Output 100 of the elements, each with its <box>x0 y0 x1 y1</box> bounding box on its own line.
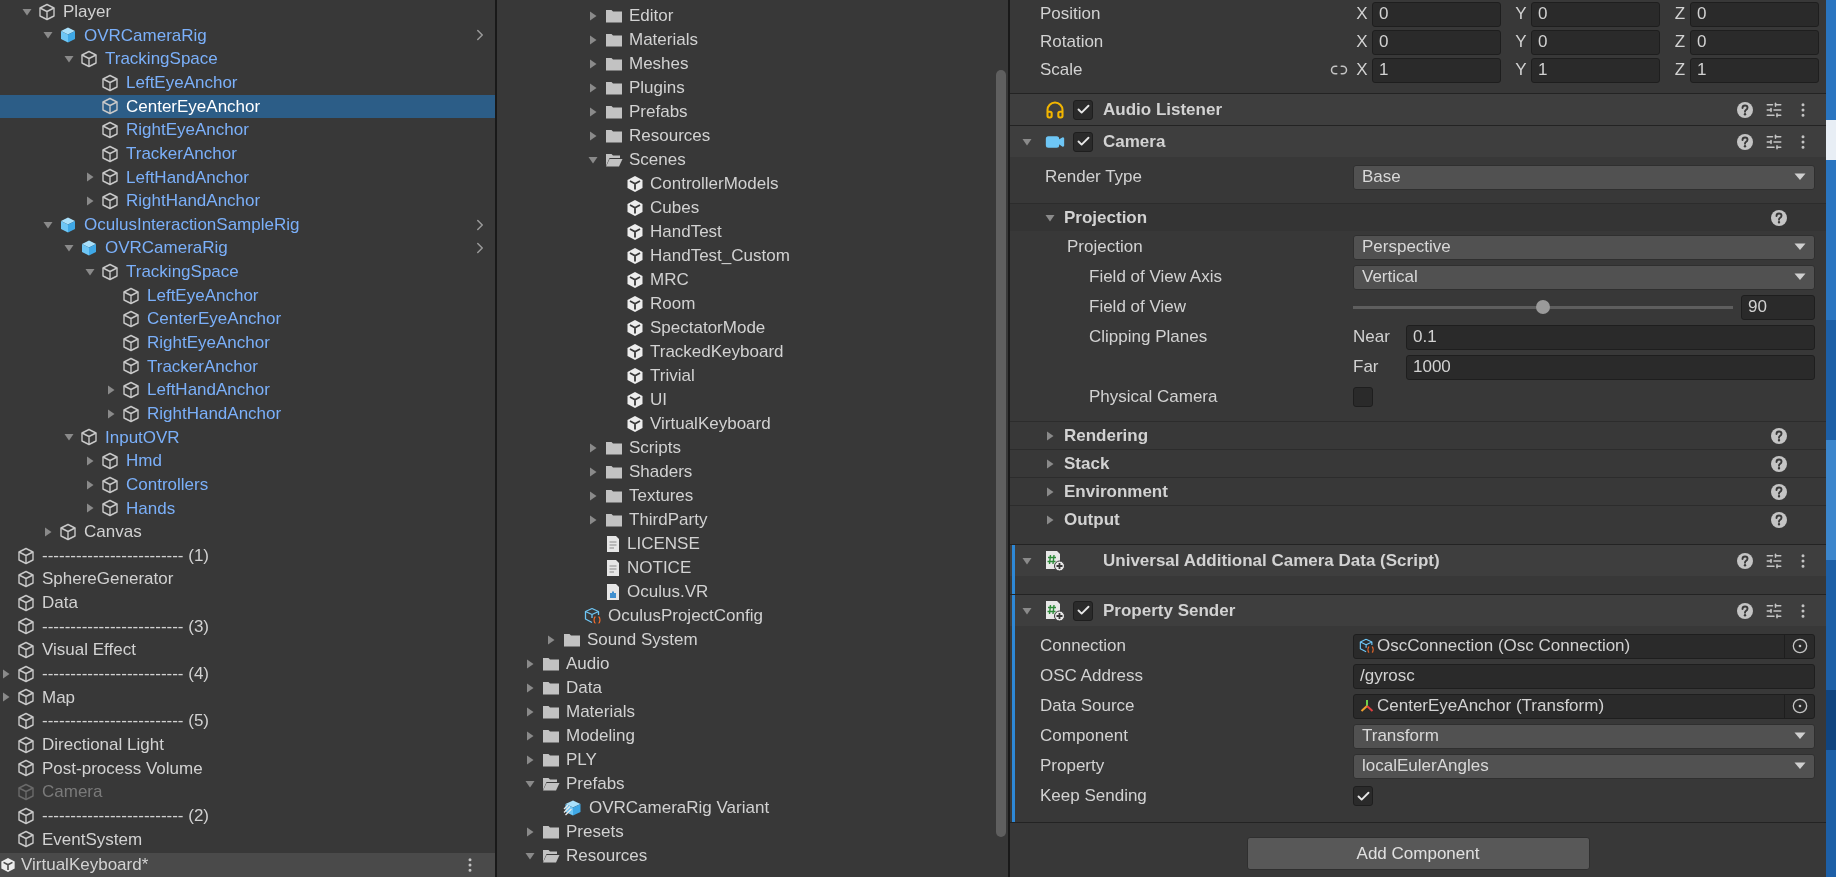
checkbox[interactable] <box>1073 600 1093 621</box>
caret-down-icon[interactable] <box>43 219 53 230</box>
project-item[interactable]: Textures <box>497 484 994 508</box>
hierarchy-item[interactable]: OVRCameraRig <box>0 236 495 261</box>
caret-right-icon[interactable] <box>85 479 95 490</box>
caret-right-icon[interactable] <box>106 408 116 419</box>
hierarchy-item[interactable]: Controllers <box>0 472 495 497</box>
project-item[interactable]: ControllerModels <box>497 172 994 196</box>
project-item[interactable]: Sound System <box>497 628 994 652</box>
project-item[interactable]: Meshes <box>497 52 994 76</box>
number-field[interactable]: 0 <box>1531 1 1660 27</box>
caret-right-icon[interactable] <box>588 107 598 117</box>
checkbox[interactable] <box>1353 387 1373 407</box>
section-header[interactable]: Environment <box>1010 478 1826 505</box>
number-field[interactable]: 0 <box>1690 29 1819 55</box>
project-item[interactable]: Resources <box>497 844 994 868</box>
hierarchy-item[interactable]: CenterEyeAnchor <box>0 94 495 119</box>
caret-right-icon[interactable] <box>588 83 598 93</box>
number-field[interactable]: 1 <box>1372 57 1501 83</box>
section-header[interactable]: Stack <box>1010 450 1826 477</box>
hierarchy-item[interactable]: LeftHandAnchor <box>0 165 495 190</box>
caret-down-icon[interactable] <box>1022 605 1032 616</box>
help-icon[interactable] <box>1736 132 1754 151</box>
project-item[interactable]: Trivial <box>497 364 994 388</box>
project-item[interactable]: Presets <box>497 820 994 844</box>
checkbox[interactable] <box>1353 786 1373 806</box>
hierarchy-item[interactable]: EventSystem <box>0 827 495 852</box>
caret-down-icon[interactable] <box>1022 555 1032 566</box>
caret-right-icon[interactable] <box>588 11 598 21</box>
number-field[interactable]: 0 <box>1372 29 1501 55</box>
help-icon[interactable] <box>1736 601 1754 620</box>
hierarchy-item[interactable]: TrackingSpace <box>0 260 495 284</box>
hierarchy-item[interactable]: ------------------------- (1) <box>0 543 495 568</box>
caret-right-icon[interactable] <box>525 683 535 693</box>
hierarchy-item[interactable]: Canvas <box>0 520 495 544</box>
object-field[interactable]: CenterEyeAnchor (Transform) <box>1353 693 1815 719</box>
caret-down-icon[interactable] <box>85 266 95 277</box>
checkbox[interactable] <box>1073 131 1093 152</box>
section-header[interactable]: Rendering <box>1010 422 1826 449</box>
caret-down-icon[interactable] <box>22 6 32 17</box>
project-item[interactable]: LICENSE <box>497 532 994 556</box>
help-icon[interactable] <box>1736 551 1754 570</box>
section-header[interactable]: Output <box>1010 506 1826 533</box>
hierarchy-item[interactable]: LeftEyeAnchor <box>0 283 495 308</box>
project-item[interactable]: Data <box>497 676 994 700</box>
caret-right-icon[interactable] <box>525 659 535 669</box>
project-item[interactable]: Prefabs <box>497 772 994 796</box>
hierarchy-item[interactable]: TrackerAnchor <box>0 141 495 166</box>
project-item[interactable]: VirtualKeyboard <box>497 412 994 436</box>
hierarchy-item[interactable]: Visual Effect <box>0 638 495 662</box>
number-field[interactable]: 1 <box>1690 57 1819 83</box>
caret-right-icon[interactable] <box>43 526 53 537</box>
caret-down-icon[interactable] <box>43 30 53 41</box>
hierarchy-item[interactable]: Hmd <box>0 449 495 473</box>
help-icon[interactable] <box>1770 454 1788 473</box>
hierarchy-item[interactable]: ------------------------- (3) <box>0 614 495 639</box>
number-field[interactable]: 0 <box>1372 1 1501 27</box>
caret-right-icon[interactable] <box>85 503 95 514</box>
number-field[interactable]: 90 <box>1741 294 1815 320</box>
add-component-button[interactable]: Add Component <box>1246 837 1590 870</box>
caret-right-icon[interactable] <box>588 59 598 69</box>
project-item[interactable]: HandTest_Custom <box>497 244 994 268</box>
caret-down-icon[interactable] <box>1022 136 1032 147</box>
project-item[interactable]: Room <box>497 292 994 316</box>
caret-right-icon[interactable] <box>588 131 598 141</box>
caret-right-icon[interactable] <box>525 827 535 837</box>
preset-icon[interactable] <box>1765 100 1783 119</box>
number-field[interactable]: 1 <box>1531 57 1660 83</box>
caret-down-icon[interactable] <box>525 779 535 789</box>
slider-thumb[interactable] <box>1536 300 1550 314</box>
section-header[interactable]: Projection <box>1010 204 1826 231</box>
hierarchy-item[interactable]: RightEyeAnchor <box>0 118 495 142</box>
hierarchy-item[interactable]: Map <box>0 685 495 710</box>
help-icon[interactable] <box>1770 482 1788 501</box>
caret-right-icon[interactable] <box>588 467 598 477</box>
caret-right-icon[interactable] <box>1045 514 1055 525</box>
caret-right-icon[interactable] <box>525 755 535 765</box>
hierarchy-item[interactable]: ------------------------- (4) <box>0 661 495 686</box>
hierarchy-item[interactable]: CenterEyeAnchor <box>0 307 495 331</box>
hierarchy-item[interactable]: RightEyeAnchor <box>0 330 495 355</box>
hierarchy-item[interactable]: ------------------------- (2) <box>0 803 495 828</box>
checkbox[interactable] <box>1073 99 1093 120</box>
project-item[interactable]: UI <box>497 388 994 412</box>
hierarchy-item[interactable]: OculusInteractionSampleRig <box>0 212 495 237</box>
dropdown[interactable]: Perspective <box>1353 234 1815 260</box>
hierarchy-item[interactable]: LeftHandAnchor <box>0 378 495 402</box>
project-item[interactable]: Materials <box>497 28 994 52</box>
caret-right-icon[interactable] <box>588 491 598 501</box>
caret-right-icon[interactable] <box>85 172 95 183</box>
dropdown[interactable]: localEulerAngles <box>1353 753 1815 779</box>
caret-right-icon[interactable] <box>588 35 598 45</box>
project-item[interactable]: Scripts <box>497 436 994 460</box>
project-item[interactable]: OVRCameraRig Variant <box>497 796 994 820</box>
project-item[interactable]: SpectatorMode <box>497 316 994 340</box>
preset-icon[interactable] <box>1765 551 1783 570</box>
text-field[interactable]: /gyrosc <box>1353 663 1815 689</box>
hierarchy-item[interactable]: Post-process Volume <box>0 756 495 781</box>
project-item[interactable]: Modeling <box>497 724 994 748</box>
project-item[interactable]: TrackedKeyboard <box>497 340 994 364</box>
caret-right-icon[interactable] <box>1045 430 1055 441</box>
